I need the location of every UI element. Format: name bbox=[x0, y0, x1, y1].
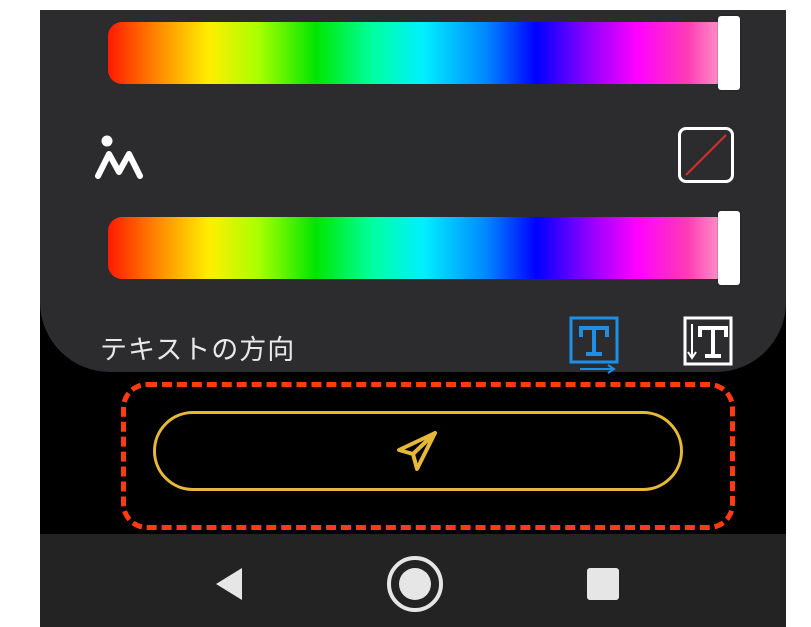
home-circle-icon bbox=[387, 556, 443, 612]
home-button[interactable] bbox=[385, 554, 445, 614]
system-nav-bar bbox=[40, 534, 786, 627]
opacity-person-icon bbox=[95, 135, 143, 179]
text-style-panel: テキストの方向 bbox=[40, 10, 786, 374]
back-triangle-icon bbox=[216, 568, 242, 600]
app-screen: テキストの方向 bbox=[40, 10, 786, 627]
background-color-swatch[interactable] bbox=[678, 127, 734, 183]
text-vertical-icon[interactable] bbox=[682, 316, 736, 374]
hue-slider-handle[interactable] bbox=[718, 211, 740, 285]
text-horizontal-icon[interactable] bbox=[568, 316, 622, 374]
recents-button[interactable] bbox=[573, 554, 633, 614]
no-color-swatch-icon bbox=[685, 134, 727, 176]
text-color-hue-slider[interactable] bbox=[108, 16, 740, 90]
hue-slider-handle[interactable] bbox=[718, 16, 740, 90]
send-button[interactable] bbox=[153, 411, 683, 491]
paper-plane-icon bbox=[397, 431, 437, 471]
recents-square-icon bbox=[587, 568, 619, 600]
text-direction-label: テキストの方向 bbox=[100, 335, 296, 366]
background-color-hue-slider[interactable] bbox=[108, 211, 740, 285]
back-button[interactable] bbox=[200, 554, 260, 614]
